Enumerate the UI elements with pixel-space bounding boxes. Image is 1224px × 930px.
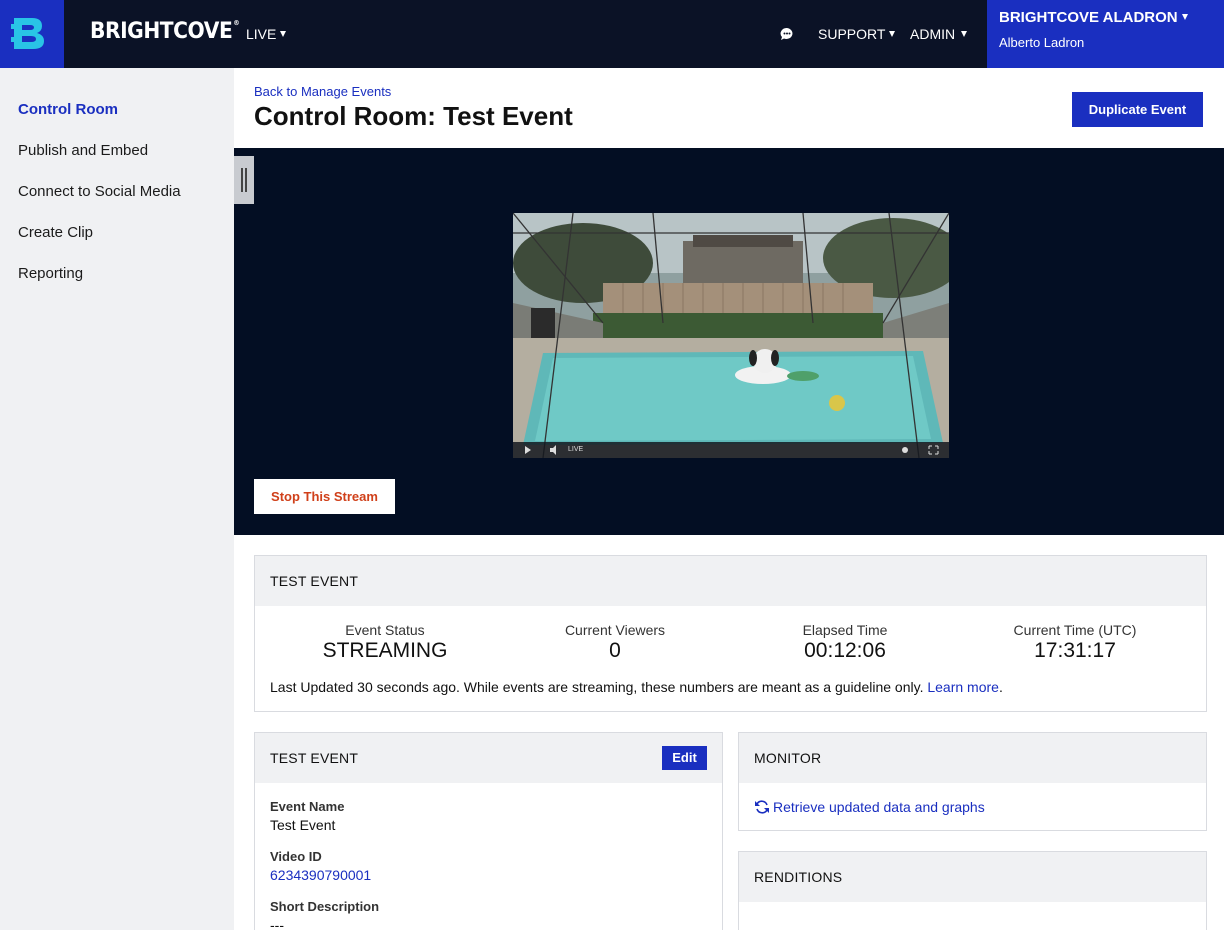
top-navigation-bar: BRIGHTCOVE® LIVE SUPPORT ADMIN BRIGHTCOV… [0, 0, 1224, 68]
sidebar-item-create-clip[interactable]: Create Clip [18, 224, 93, 241]
stat-value: STREAMING [322, 639, 448, 662]
video-player[interactable]: LIVE [513, 213, 949, 458]
stat-value: 00:12:06 [804, 639, 886, 662]
video-control-bar: LIVE [513, 442, 949, 458]
nav-admin-menu[interactable]: ADMIN [910, 26, 968, 42]
volume-icon [550, 445, 556, 455]
sidebar-collapse-handle[interactable] [234, 156, 254, 204]
sidebar-item-publish-and-embed[interactable]: Publish and Embed [18, 142, 148, 159]
panel-title: RENDITIONS [754, 869, 843, 885]
brightcove-logo-icon[interactable] [0, 0, 64, 68]
panel-title: TEST EVENT [270, 573, 359, 589]
handle-grip-line [245, 168, 247, 192]
stat-current-viewers: Current Viewers 0 [515, 622, 715, 663]
video-frame-image [513, 213, 949, 458]
field-label-video-id: Video ID [270, 849, 322, 864]
learn-more-link[interactable]: Learn more [927, 679, 999, 695]
chevron-down-icon [1181, 14, 1188, 20]
account-menu[interactable]: BRIGHTCOVE ALADRON Alberto Ladron [987, 0, 1224, 68]
chevron-down-icon [889, 31, 896, 37]
stats-note-text: Last Updated 30 seconds ago. While event… [270, 679, 924, 695]
sidebar-item-control-room[interactable]: Control Room [18, 101, 118, 118]
refresh-icon [755, 800, 769, 814]
chat-icon[interactable] [780, 27, 794, 41]
duplicate-event-button[interactable]: Duplicate Event [1072, 92, 1203, 127]
nav-live-label: LIVE [246, 26, 277, 42]
sidebar-item-reporting[interactable]: Reporting [18, 265, 83, 282]
player-area: LIVE Stop This Stream [234, 148, 1224, 535]
live-label: LIVE [568, 446, 584, 453]
chevron-down-icon [961, 31, 968, 37]
fullscreen-icon [928, 445, 939, 455]
field-label-event-name: Event Name [270, 799, 345, 814]
stat-label: Current Time (UTC) [1013, 622, 1137, 638]
chevron-down-icon [280, 31, 287, 37]
retrieve-data-link[interactable]: Retrieve updated data and graphs [754, 799, 985, 815]
account-user: Alberto Ladron [999, 35, 1085, 50]
play-icon [525, 446, 531, 454]
stat-value: 0 [609, 639, 621, 662]
event-stats-panel: TEST EVENT Event Status STREAMING Curren… [254, 555, 1207, 712]
stat-label: Current Viewers [564, 622, 666, 638]
stats-note: Last Updated 30 seconds ago. While event… [270, 679, 1003, 695]
retrieve-data-label: Retrieve updated data and graphs [773, 799, 985, 815]
stat-elapsed-time: Elapsed Time 00:12:06 [745, 622, 945, 663]
panel-header: MONITOR [739, 733, 1206, 783]
nav-admin-label: ADMIN [910, 26, 956, 42]
stop-stream-button[interactable]: Stop This Stream [254, 479, 395, 514]
video-id-link[interactable]: 6234390790001 [270, 867, 371, 883]
monitor-panel: MONITOR Retrieve updated data and graphs [738, 732, 1207, 831]
settings-icon [902, 447, 908, 453]
sidebar-item-connect-social-media[interactable]: Connect to Social Media [18, 183, 181, 200]
edit-button[interactable]: Edit [662, 746, 707, 770]
panel-title: TEST EVENT [270, 750, 359, 766]
stat-label: Elapsed Time [802, 622, 888, 638]
field-value-short-description: --- [270, 917, 284, 930]
handle-grip-line [241, 168, 243, 192]
page-header: Back to Manage Events Control Room: Test… [234, 68, 1224, 148]
brightcove-wordmark[interactable]: BRIGHTCOVE® [90, 19, 240, 44]
stat-label: Event Status [345, 622, 425, 638]
stat-event-status: Event Status STREAMING [285, 622, 485, 663]
panel-header: RENDITIONS [739, 852, 1206, 902]
nav-support-label: SUPPORT [818, 26, 886, 42]
nav-support-menu[interactable]: SUPPORT [818, 26, 896, 42]
event-details-panel: TEST EVENT Edit Event Name Test Event Vi… [254, 732, 723, 930]
renditions-panel: RENDITIONS [738, 851, 1207, 930]
stat-current-time: Current Time (UTC) 17:31:17 [975, 622, 1175, 663]
account-name: BRIGHTCOVE ALADRON [999, 9, 1188, 26]
field-label-short-description: Short Description [270, 899, 380, 914]
stats-note-end: . [998, 679, 1003, 695]
nav-live-menu[interactable]: LIVE [246, 26, 287, 42]
sidebar: Control Room Publish and Embed Connect t… [0, 68, 234, 930]
panel-header: TEST EVENT Edit [255, 733, 722, 783]
field-value-event-name: Test Event [270, 817, 336, 833]
panel-title: MONITOR [754, 750, 822, 766]
page-title: Control Room: Test Event [254, 101, 573, 131]
panel-header: TEST EVENT [255, 556, 1206, 606]
back-to-manage-events-link[interactable]: Back to Manage Events [254, 84, 391, 99]
stat-value: 17:31:17 [1034, 639, 1116, 662]
